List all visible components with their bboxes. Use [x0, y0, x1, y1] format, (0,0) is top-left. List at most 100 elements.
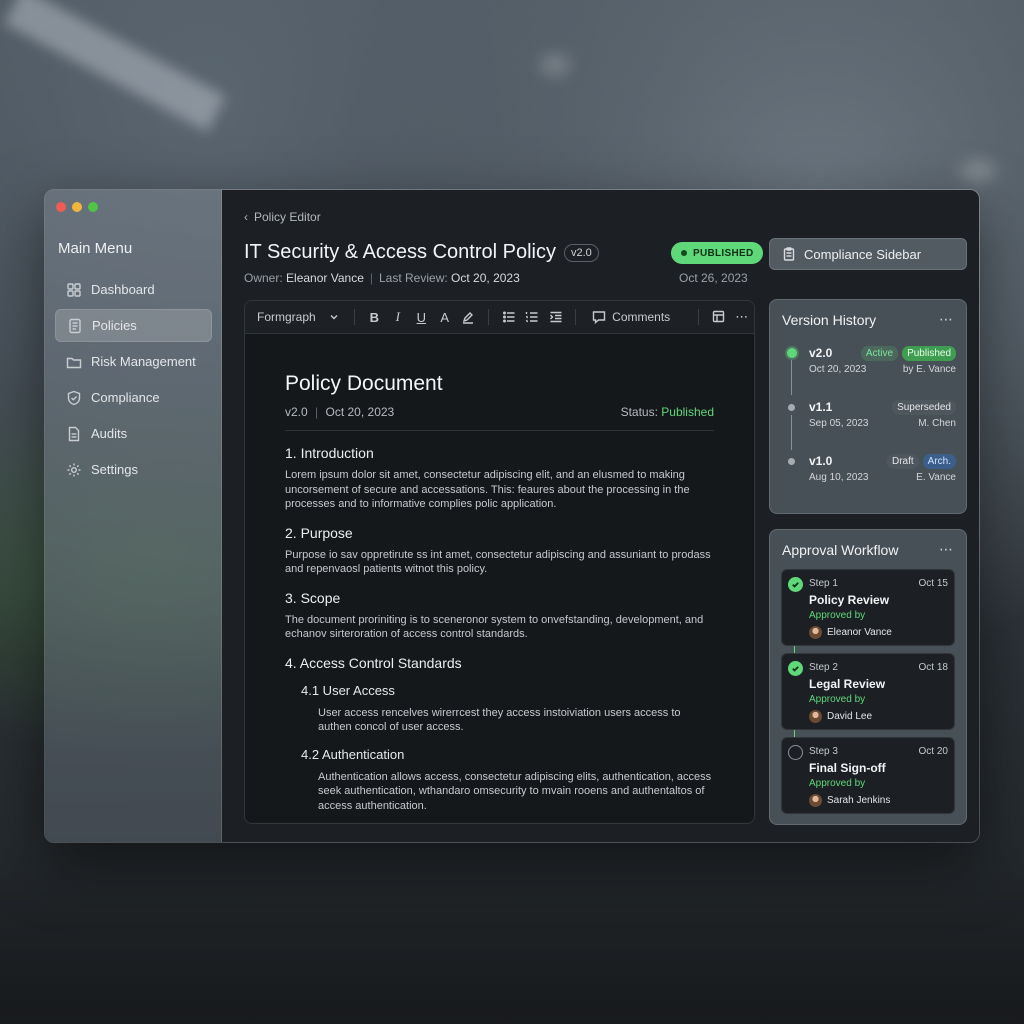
- layout-settings-button[interactable]: [707, 306, 730, 328]
- highlight-button[interactable]: [456, 306, 479, 328]
- sidebar-item-audits[interactable]: Audits: [55, 417, 212, 450]
- document-status-value: Published: [661, 405, 714, 419]
- right-panel: Compliance Sidebar Version History ⋯ v2.…: [769, 238, 967, 825]
- sidebar-item-policies[interactable]: Policies: [55, 309, 212, 342]
- sidebar-item-risk-management[interactable]: Risk Management: [55, 345, 212, 378]
- bullet-list-button[interactable]: [497, 306, 520, 328]
- file-icon: [66, 426, 82, 442]
- app-window: Main Menu Dashboard Policies Risk Manage…: [44, 189, 980, 843]
- version-tags: Active Published: [860, 346, 956, 361]
- font-color-button[interactable]: A: [433, 306, 456, 328]
- more-options-button[interactable]: ⋯: [731, 306, 754, 328]
- section-paragraph: Lorem ipsum dolor sit amet, consectetur …: [285, 469, 690, 510]
- step-label: Step 1: [809, 578, 838, 589]
- step-label: Step 3: [809, 746, 838, 757]
- breadcrumb[interactable]: ‹ Policy Editor: [244, 210, 321, 224]
- zoom-window-button[interactable]: [88, 202, 98, 212]
- workflow-step-2[interactable]: Step 2 Oct 18 Legal Review Approved by D…: [781, 653, 955, 730]
- version-tags: Draft Arch.: [886, 454, 956, 469]
- section-heading: 4. Access Control Standards: [285, 654, 462, 671]
- document-icon: [67, 318, 83, 334]
- step-name: Legal Review: [809, 677, 886, 691]
- document-heading: Policy Document: [285, 372, 443, 395]
- toolbar-divider: [487, 309, 489, 325]
- avatar: [809, 626, 822, 639]
- superseded-tag: Superseded: [892, 400, 956, 415]
- approver-name: Eleanor Vance: [827, 627, 892, 638]
- draft-tag: Draft: [886, 454, 919, 469]
- main-content: ‹ Policy Editor IT Security & Access Con…: [222, 190, 979, 842]
- sidebar-item-label: Audits: [91, 426, 128, 441]
- subsection-heading: 4.1 User Access: [301, 682, 395, 698]
- folder-icon: [66, 354, 82, 370]
- numbered-list-button[interactable]: [520, 306, 543, 328]
- background-lamp: [960, 160, 996, 182]
- version-item-v1-0[interactable]: v1.0 Draft Arch. Aug 10, 2023 E. Vance: [782, 454, 956, 490]
- numbered-list-icon: [525, 312, 538, 323]
- archived-tag: Arch.: [922, 454, 956, 469]
- highlighter-icon: [463, 312, 474, 324]
- version-item-v1-1[interactable]: v1.1 Superseded Sep 05, 2023 M. Chen: [782, 400, 956, 436]
- bold-button[interactable]: B: [363, 306, 386, 328]
- review-label: Last Review:: [379, 271, 448, 285]
- version-date: Sep 05, 2023: [809, 418, 869, 429]
- section-paragraph: The document proriniting is to scenerono…: [285, 613, 704, 641]
- italic-button[interactable]: I: [386, 306, 409, 328]
- document-date: Oct 20, 2023: [325, 405, 395, 419]
- main-menu-title: Main Menu: [58, 240, 133, 257]
- underline-button[interactable]: U: [410, 306, 433, 328]
- minimize-window-button[interactable]: [72, 202, 82, 212]
- sidebar-item-label: Settings: [91, 462, 138, 477]
- more-options-icon[interactable]: ⋯: [939, 541, 954, 558]
- document-status-label: Status:: [620, 405, 658, 419]
- background-lamp: [540, 55, 570, 75]
- subsection-heading: 4.2 Authentication: [301, 746, 405, 762]
- status-badge-label: PUBLISHED: [693, 247, 754, 259]
- sidebar-item-label: Policies: [92, 318, 137, 333]
- format-dropdown-label: Formgraph: [257, 310, 316, 324]
- toolbar-divider: [575, 309, 577, 325]
- subsection-paragraph: Authentication allows access, consectetu…: [318, 770, 712, 812]
- section-heading: 3. Scope: [285, 589, 341, 606]
- document-meta: Owner: Eleanor Vance | Last Review: Oct 20…: [244, 271, 520, 285]
- sidebar-item-dashboard[interactable]: Dashboard: [55, 273, 212, 306]
- indent-button[interactable]: [544, 306, 567, 328]
- toolbar-divider: [698, 309, 700, 325]
- document-body[interactable]: Policy Document v2.0 | Oct 20, 2023 Stat…: [245, 334, 754, 823]
- review-date: Oct 20, 2023: [451, 271, 520, 285]
- version-history-title: Version History: [782, 311, 877, 328]
- approver: Sarah Jenkins: [809, 794, 890, 807]
- page-title-text: IT Security & Access Control Policy: [244, 241, 556, 263]
- comments-button[interactable]: Comments: [584, 310, 678, 324]
- compliance-sidebar-button[interactable]: Compliance Sidebar: [769, 238, 967, 270]
- close-window-button[interactable]: [56, 202, 66, 212]
- comments-button-label: Comments: [612, 310, 671, 324]
- approval-workflow-title: Approval Workflow: [782, 541, 899, 558]
- pending-circle-icon: [788, 745, 803, 760]
- version-item-v2-0[interactable]: v2.0 Active Published Oct 20, 2023 by E.…: [782, 346, 956, 382]
- version-author: by E. Vance: [902, 364, 956, 375]
- sidebar-item-label: Dashboard: [91, 282, 155, 297]
- step-date: Oct 15: [918, 578, 948, 589]
- version-history-panel: Version History ⋯ v2.0 Active Published …: [769, 299, 967, 514]
- version-number: v2.0: [809, 346, 833, 360]
- section-heading: 2. Purpose: [285, 524, 353, 541]
- version-author: E. Vance: [916, 472, 956, 483]
- version-author: M. Chen: [918, 418, 956, 429]
- step-name: Final Sign-off: [809, 761, 886, 775]
- workflow-step-3[interactable]: Step 3 Oct 20 Final Sign-off Approved by…: [781, 737, 955, 814]
- format-dropdown[interactable]: Formgraph: [257, 310, 340, 324]
- more-options-icon[interactable]: ⋯: [939, 311, 954, 328]
- approver: David Lee: [809, 710, 872, 723]
- workflow-step-1[interactable]: Step 1 Oct 15 Policy Review Approved by …: [781, 569, 955, 646]
- active-tag: Active: [860, 346, 899, 361]
- step-name: Policy Review: [809, 593, 890, 607]
- section-heading: 1. Introduction: [285, 445, 374, 461]
- toolbar-divider: [353, 309, 355, 325]
- sidebar-item-compliance[interactable]: Compliance: [55, 381, 212, 414]
- grid-icon: [66, 282, 82, 298]
- document-version: v2.0: [285, 405, 308, 419]
- shield-check-icon: [66, 390, 82, 406]
- layout-settings-icon: [712, 310, 725, 323]
- sidebar-item-settings[interactable]: Settings: [55, 453, 212, 486]
